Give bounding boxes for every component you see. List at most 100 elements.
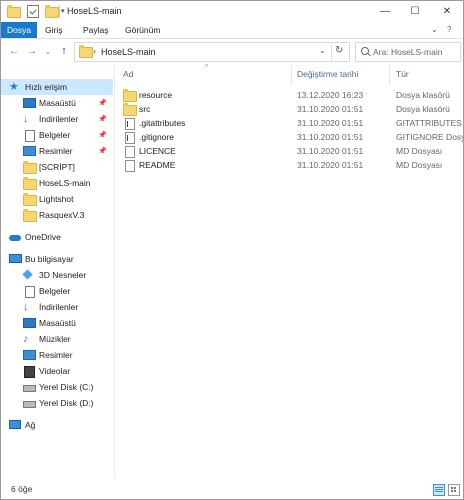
sidebar-item-this-pc[interactable]: Bu bilgisayar — [1, 251, 113, 267]
address-bar[interactable]: › HoseLS-main ⌄ ↻ — [74, 42, 350, 62]
sidebar-item-rasquex[interactable]: RasquexV.3 — [1, 207, 113, 223]
sidebar-item-label: Bu bilgisayar — [25, 254, 74, 264]
column-header-date[interactable]: Değiştirme tarihi — [297, 69, 358, 79]
help-icon[interactable]: ? — [447, 25, 451, 34]
file-name: .gitignore — [139, 132, 174, 142]
close-button[interactable]: ✕ — [433, 1, 461, 21]
file-type: MD Dosyası — [396, 146, 443, 156]
customize-toolbar-icon[interactable]: ▾ — [61, 7, 65, 15]
sidebar-item-label: 3D Nesneler — [39, 270, 87, 280]
sidebar-item-onedrive[interactable]: OneDrive — [1, 229, 113, 245]
file-explorer-window: ▾ HoseLS-main — ☐ ✕ Dosya Giriş Paylaş G… — [0, 0, 464, 500]
file-name: src — [139, 104, 151, 114]
sidebar-item-pc-desktop[interactable]: Masaüstü — [1, 315, 113, 331]
folder-icon — [23, 160, 37, 174]
file-type: Dosya klasörü — [396, 90, 450, 100]
table-row[interactable]: .gitignore 31.10.2020 01:51 GITIGNORE Do… — [115, 130, 463, 144]
sidebar-item-pictures[interactable]: Resimler 📌 — [1, 143, 113, 159]
breadcrumb-separator[interactable]: › — [93, 46, 96, 56]
properties-icon[interactable] — [27, 4, 39, 18]
tab-home[interactable]: Giriş — [45, 22, 62, 38]
table-row[interactable]: LICENCE 31.10.2020 01:51 MD Dosyası — [115, 144, 463, 158]
window-title: HoseLS-main — [67, 6, 122, 16]
file-type: GITIGNORE Dosyası — [396, 132, 463, 142]
column-header-name[interactable]: Ad — [123, 69, 133, 79]
minimize-button[interactable]: — — [371, 1, 399, 21]
sidebar-item-pc-documents[interactable]: Belgeler — [1, 283, 113, 299]
file-date: 31.10.2020 01:51 — [297, 118, 364, 128]
forward-button[interactable]: → — [25, 43, 39, 59]
tab-file[interactable]: Dosya — [1, 22, 38, 38]
address-divider — [331, 43, 332, 61]
pin-icon: 📌 — [98, 132, 107, 139]
file-date: 31.10.2020 01:51 — [297, 160, 364, 170]
download-icon: ↓ — [23, 300, 29, 313]
sidebar-item-lightshot[interactable]: Lightshot — [1, 191, 113, 207]
tab-view[interactable]: Görünüm — [125, 22, 160, 38]
recent-locations-button[interactable]: ⌄ — [41, 43, 55, 59]
drive-icon — [23, 382, 36, 393]
sidebar-item-pc-pictures[interactable]: Resimler — [1, 347, 113, 363]
sidebar-item-drive-d[interactable]: Yerel Disk (D:) — [1, 395, 113, 411]
sidebar-item-label: RasquexV.3 — [39, 210, 85, 220]
sidebar-item-pc-downloads[interactable]: ↓ İndirilenler — [1, 299, 113, 315]
folder-icon — [23, 208, 37, 222]
sidebar-item-label: HoseLS-main — [39, 178, 91, 188]
address-dropdown-icon[interactable]: ⌄ — [319, 46, 326, 55]
sidebar-item-label: Resimler — [39, 350, 73, 360]
pictures-icon — [23, 349, 36, 361]
sidebar-item-quick-access[interactable]: ★ Hızlı erişim — [1, 79, 113, 95]
table-row[interactable]: src 31.10.2020 01:51 Dosya klasörü — [115, 102, 463, 116]
sidebar-item-label: Lightshot — [39, 194, 74, 204]
navigation-pane: ★ Hızlı erişim Masaüstü 📌 ↓ İndirilenler… — [1, 65, 113, 475]
maximize-button[interactable]: ☐ — [401, 1, 429, 21]
large-icons-view-button[interactable] — [448, 484, 460, 496]
sidebar-item-music[interactable]: ♪ Müzikler — [1, 331, 113, 347]
sidebar-item-downloads[interactable]: ↓ İndirilenler 📌 — [1, 111, 113, 127]
breadcrumb[interactable]: HoseLS-main — [101, 47, 156, 57]
title-separator — [59, 5, 60, 17]
sidebar-item-hosels-main[interactable]: HoseLS-main — [1, 175, 113, 191]
collapse-ribbon-icon[interactable]: ⌄ — [431, 25, 438, 34]
documents-icon — [23, 285, 35, 298]
file-icon — [123, 118, 135, 130]
refresh-icon[interactable]: ↻ — [335, 45, 343, 56]
sidebar-item-label: Müzikler — [39, 334, 71, 344]
sidebar-item-label: Yerel Disk (C:) — [39, 382, 94, 392]
sidebar-item-label: Ağ — [25, 420, 36, 430]
sidebar-item-label: Belgeler — [39, 286, 71, 296]
file-date: 13.12.2020 16:23 — [297, 90, 364, 100]
folder-icon — [23, 192, 37, 206]
folder-icon — [23, 176, 37, 190]
sidebar-item-drive-c[interactable]: Yerel Disk (C:) — [1, 379, 113, 395]
column-divider[interactable] — [389, 65, 390, 85]
file-list: ^ Ad Değiştirme tarihi Tür resource 13.1… — [115, 63, 463, 477]
video-icon — [23, 365, 35, 378]
tab-share[interactable]: Paylaş — [83, 22, 109, 38]
table-row[interactable]: .gitattributes 31.10.2020 01:51 GITATTRI… — [115, 116, 463, 130]
file-type: MD Dosyası — [396, 160, 443, 170]
details-view-button[interactable] — [433, 484, 445, 496]
sidebar-item-network[interactable]: Ağ — [1, 417, 113, 433]
file-date: 31.10.2020 01:51 — [297, 104, 364, 114]
sidebar-item-label: Videolar — [39, 366, 71, 376]
sidebar-item-3d-objects[interactable]: 3D Nesneler — [1, 267, 113, 283]
column-header-type[interactable]: Tür — [396, 69, 409, 79]
sidebar-item-script[interactable]: [SCRİPT] — [1, 159, 113, 175]
file-icon — [123, 132, 135, 144]
sidebar-item-label: Resimler — [39, 146, 73, 156]
folder-icon[interactable] — [7, 5, 21, 18]
back-button[interactable]: ← — [7, 43, 21, 59]
sort-ascending-icon: ^ — [205, 64, 209, 71]
column-divider[interactable] — [291, 65, 292, 85]
search-placeholder: Ara: HoseLS-main — [373, 47, 443, 57]
table-row[interactable]: resource 13.12.2020 16:23 Dosya klasörü — [115, 88, 463, 102]
new-folder-icon[interactable] — [45, 5, 59, 18]
pin-icon: 📌 — [98, 116, 107, 123]
up-button[interactable]: ↑ — [57, 43, 71, 59]
sidebar-item-desktop[interactable]: Masaüstü 📌 — [1, 95, 113, 111]
sidebar-item-documents[interactable]: Belgeler 📌 — [1, 127, 113, 143]
search-input[interactable]: Ara: HoseLS-main — [355, 42, 461, 62]
table-row[interactable]: README 31.10.2020 01:51 MD Dosyası — [115, 158, 463, 172]
sidebar-item-videos[interactable]: Videolar — [1, 363, 113, 379]
